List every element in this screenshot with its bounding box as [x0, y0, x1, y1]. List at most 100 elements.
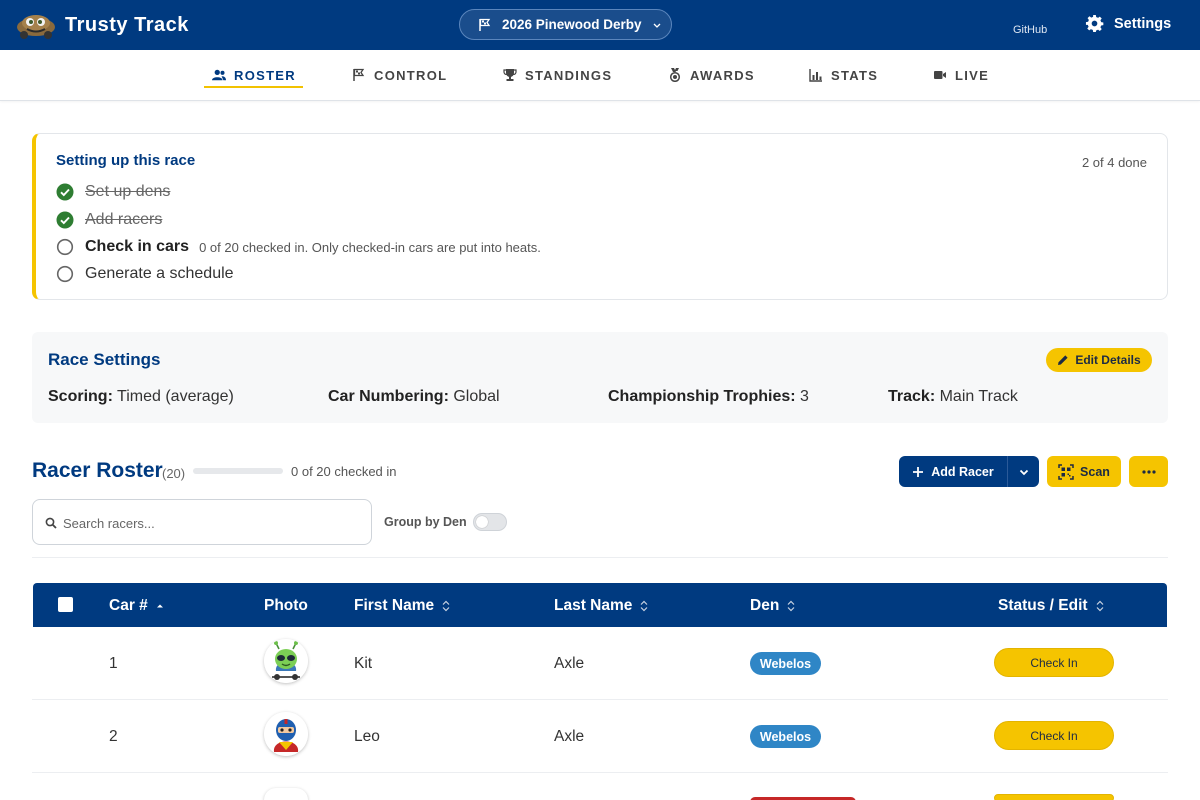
setting-value: Main Track: [939, 388, 1018, 405]
first-name: Leo: [354, 728, 380, 745]
app-name: Trusty Track: [65, 13, 189, 36]
qr-code-icon: [1058, 463, 1074, 480]
plus-icon: [913, 466, 924, 477]
setting-scoring: Scoring: Timed (average): [48, 388, 234, 406]
column-label: First Name: [354, 597, 435, 614]
select-all-checkbox[interactable]: [58, 597, 73, 612]
column-label: Car #: [109, 597, 148, 614]
sort-ascending-icon: [156, 604, 163, 608]
scan-label: Scan: [1080, 464, 1110, 479]
check-circle-icon: [56, 183, 74, 201]
table-row[interactable]: 2 Leo Axle Webelos Check In: [32, 700, 1168, 773]
setup-title: Setting up this race: [56, 152, 196, 169]
race-settings-title: Race Settings: [48, 350, 161, 369]
tab-awards[interactable]: AWARDS: [668, 66, 755, 84]
medal-icon: [669, 68, 681, 82]
setup-checklist: Setting up this race 2 of 4 done Set up …: [32, 133, 1168, 300]
checkin-summary: 0 of 20 checked in: [291, 464, 397, 479]
table-row[interactable]: 1 Kit Axle Webelos Check In: [32, 627, 1168, 700]
settings-button[interactable]: Settings: [1085, 14, 1171, 33]
search-input[interactable]: [63, 510, 363, 536]
sort-icon: [1096, 600, 1104, 612]
toggle-knob: [476, 516, 488, 528]
setup-step-label: Add racers: [85, 211, 163, 228]
car-number: 2: [109, 728, 118, 745]
setting-key: Championship Trophies:: [608, 388, 796, 405]
column-last-name[interactable]: Last Name: [554, 597, 648, 615]
racer-photo[interactable]: [264, 712, 308, 756]
gear-icon: [1085, 14, 1104, 33]
check-in-button[interactable]: [994, 794, 1114, 800]
group-by-den-label: Group by Den: [384, 515, 467, 529]
setup-step[interactable]: Add racers: [56, 211, 162, 229]
setup-step-label: Generate a schedule: [85, 265, 234, 282]
active-tab-indicator: [204, 86, 303, 88]
roster-title: Racer Roster: [32, 459, 163, 482]
search-field[interactable]: [32, 499, 372, 545]
setup-step[interactable]: Check in cars 0 of 20 checked in. Only c…: [56, 238, 541, 256]
setting-value: Timed (average): [117, 388, 234, 405]
empty-circle-icon: [56, 238, 74, 256]
alien-avatar-icon: [264, 639, 308, 683]
superhero-avatar-icon: [264, 712, 308, 756]
check-in-button[interactable]: Check In: [994, 721, 1114, 750]
add-racer-button[interactable]: Add Racer: [899, 456, 1007, 487]
column-label: Photo: [264, 597, 308, 614]
more-options-button[interactable]: [1129, 456, 1168, 487]
racer-photo[interactable]: [264, 788, 308, 800]
ellipsis-icon: [1141, 469, 1156, 474]
setting-key: Track:: [888, 388, 936, 405]
edit-details-label: Edit Details: [1075, 353, 1141, 367]
racer-photo[interactable]: [264, 639, 308, 683]
scan-button[interactable]: Scan: [1047, 456, 1121, 487]
trophy-icon: [503, 69, 517, 81]
car-logo-icon: [17, 15, 55, 39]
group-by-den-toggle[interactable]: [473, 513, 507, 531]
search-icon: [45, 517, 57, 529]
column-first-name[interactable]: First Name: [354, 597, 450, 615]
tab-control[interactable]: CONTROL: [352, 66, 447, 84]
setting-value: Global: [453, 388, 500, 405]
roster-table-header: Car # Photo First Name Last Name Den Sta…: [33, 583, 1167, 627]
setup-step[interactable]: Generate a schedule: [56, 265, 234, 283]
tab-stats[interactable]: STATS: [809, 66, 878, 84]
check-circle-icon: [56, 211, 74, 229]
chevron-down-icon: [1019, 469, 1028, 475]
brand[interactable]: Trusty Track: [16, 9, 189, 41]
tab-standings[interactable]: STANDINGS: [503, 66, 612, 84]
column-car-number[interactable]: Car #: [109, 597, 164, 615]
setup-step[interactable]: Set up dens: [56, 183, 170, 201]
column-den[interactable]: Den: [750, 597, 795, 615]
race-settings-card: Race Settings Edit Details Scoring: Time…: [32, 332, 1168, 423]
column-status-edit[interactable]: Status / Edit: [998, 597, 1104, 615]
setup-progress: 2 of 4 done: [1081, 155, 1147, 170]
empty-circle-icon: [56, 265, 74, 283]
edit-details-button[interactable]: Edit Details: [1046, 348, 1152, 372]
tab-roster[interactable]: ROSTER: [212, 66, 296, 84]
add-racer-menu-button[interactable]: [1007, 456, 1039, 487]
table-row[interactable]: [32, 773, 1168, 800]
tab-live[interactable]: LIVE: [933, 66, 989, 84]
tab-live-label: LIVE: [955, 67, 990, 83]
add-racer-label: Add Racer: [931, 464, 994, 479]
people-icon: [212, 69, 226, 81]
roster-count: (20): [162, 466, 186, 481]
top-bar: Trusty Track 2026 Pinewood Derby GitHub …: [0, 0, 1200, 50]
last-name: Axle: [554, 728, 585, 745]
check-in-button[interactable]: Check In: [994, 648, 1114, 677]
racer-avatar-icon: [264, 788, 308, 800]
tab-control-label: CONTROL: [374, 67, 448, 83]
pencil-icon: [1058, 355, 1068, 365]
github-link[interactable]: GitHub: [1013, 24, 1047, 36]
bar-chart-icon: [809, 69, 822, 82]
checkin-progress-bar: [193, 468, 283, 474]
setting-track: Track: Main Track: [888, 388, 1018, 406]
settings-label: Settings: [1114, 15, 1172, 32]
race-selector[interactable]: 2026 Pinewood Derby: [459, 9, 672, 40]
race-selector-label: 2026 Pinewood Derby: [502, 17, 642, 32]
setup-step-label: Set up dens: [85, 183, 171, 200]
car-number: 1: [109, 655, 118, 672]
divider: [32, 557, 1168, 558]
last-name: Axle: [554, 655, 585, 672]
column-label: Last Name: [554, 597, 633, 614]
